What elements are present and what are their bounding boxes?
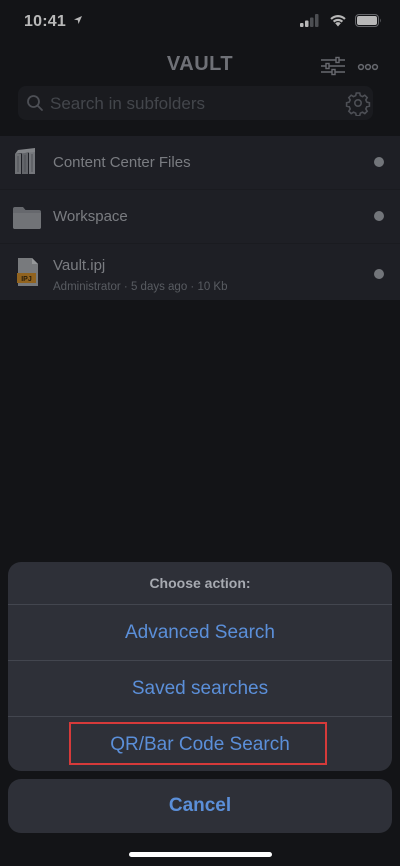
home-indicator[interactable] <box>129 852 272 857</box>
qr-bar-code-search-option[interactable]: QR/Bar Code Search <box>8 717 392 771</box>
option-label: QR/Bar Code Search <box>110 734 290 755</box>
saved-searches-option[interactable]: Saved searches <box>8 661 392 717</box>
vault-screen: 10:41 VAULT Search in subfolders Content… <box>0 0 400 866</box>
option-label: Saved searches <box>131 678 269 699</box>
action-sheet-title: Choose action: <box>8 562 392 605</box>
advanced-search-option[interactable]: Advanced Search <box>8 605 392 661</box>
cancel-button[interactable]: Cancel <box>8 779 392 833</box>
action-sheet: Choose action: Advanced Search Saved sea… <box>8 562 392 771</box>
option-label: Advanced Search <box>125 622 275 643</box>
